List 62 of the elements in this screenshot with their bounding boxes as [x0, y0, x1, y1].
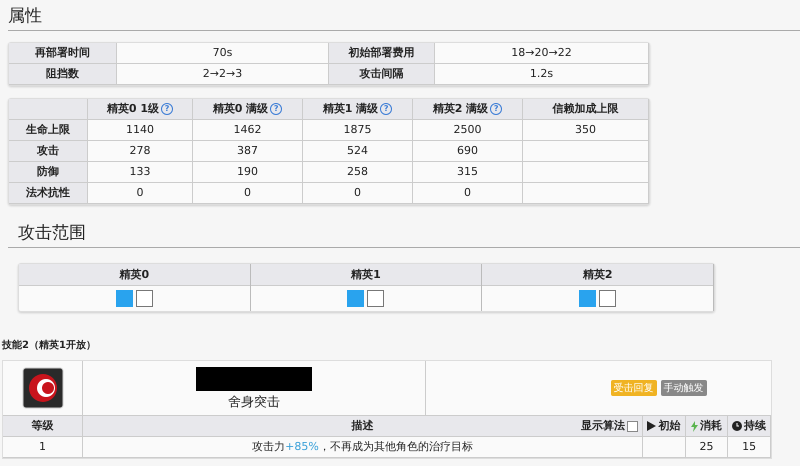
play-icon [647, 421, 656, 431]
table-cell: 18→20→22 [435, 43, 649, 64]
table-cell: 1.2s [435, 64, 649, 85]
table-cell: 190 [193, 162, 303, 183]
table-cell: 315 [413, 162, 523, 183]
column-header: 初始 [658, 418, 680, 434]
skill-icon [22, 367, 64, 409]
column-header: 精英0 满级 ? [193, 99, 303, 120]
help-icon[interactable]: ? [380, 102, 392, 115]
table-cell: 1462 [193, 120, 303, 141]
table-cell: 0 [413, 183, 523, 204]
column-header: 精英2 [482, 264, 713, 286]
row-label: 阻挡数 [9, 64, 117, 85]
row-label: 再部署时间 [9, 43, 117, 64]
toggle-label: 显示算法 [581, 418, 625, 434]
table-cell: 690 [413, 141, 523, 162]
column-header: 精英0 [19, 264, 250, 286]
column-header: 精英2 满级 ? [413, 99, 523, 120]
row-label: 法术抗性 [9, 183, 88, 204]
table-cell: 1875 [303, 120, 413, 141]
table-cell: 0 [303, 183, 413, 204]
column-header: 精英1 满级 ? [303, 99, 413, 120]
table-cell: 2500 [413, 120, 523, 141]
skill-tag: 手动触发 [660, 380, 706, 396]
checkbox[interactable] [627, 420, 638, 432]
section-title: 属性 [8, 0, 800, 31]
row-label: 生命上限 [9, 120, 88, 141]
table-cell: 15 [728, 437, 771, 457]
table-cell: 258 [303, 162, 413, 183]
skill-label: 技能2（精英1开放） [2, 338, 97, 352]
column-header: 持续 [744, 418, 766, 434]
table-cell: 524 [303, 141, 413, 162]
table-cell: 70s [117, 43, 329, 64]
column-header: 消耗 [700, 418, 722, 434]
table-cell: 350 [523, 120, 649, 141]
row-label: 初始部署费用 [329, 43, 435, 64]
help-icon[interactable]: ? [490, 102, 502, 115]
row-label: 防御 [9, 162, 88, 183]
table-cell: 0 [193, 183, 303, 204]
skill-name: 舍身突击 [228, 394, 280, 411]
column-header: 精英1 [250, 264, 482, 286]
table-cell: 1 [3, 437, 83, 457]
row-label: 攻击间隔 [329, 64, 435, 85]
lightning-icon [690, 420, 698, 432]
table-cell: 278 [88, 141, 193, 162]
section-title: 攻击范围 [8, 217, 800, 248]
row-label: 攻击 [9, 141, 88, 162]
column-header: 信赖加成上限 [523, 99, 649, 120]
table-cell: 133 [88, 162, 193, 183]
table-cell: 387 [193, 141, 303, 162]
table-cell: 1140 [88, 120, 193, 141]
table-cell: 0 [88, 183, 193, 204]
clock-icon [732, 421, 742, 431]
skill-tag: 受击回复 [610, 380, 656, 396]
column-header: 精英0 1级 ? [88, 99, 193, 120]
help-icon[interactable]: ? [270, 102, 282, 115]
column-header: 描述 [352, 418, 374, 434]
table-cell: 2→2→3 [117, 64, 329, 85]
table-cell: 25 [686, 437, 728, 457]
column-header: 等级 [3, 416, 83, 436]
help-icon[interactable]: ? [161, 102, 174, 115]
skill-description: 攻击力+85%，不再成为其他角色的治疗目标 [83, 437, 643, 457]
